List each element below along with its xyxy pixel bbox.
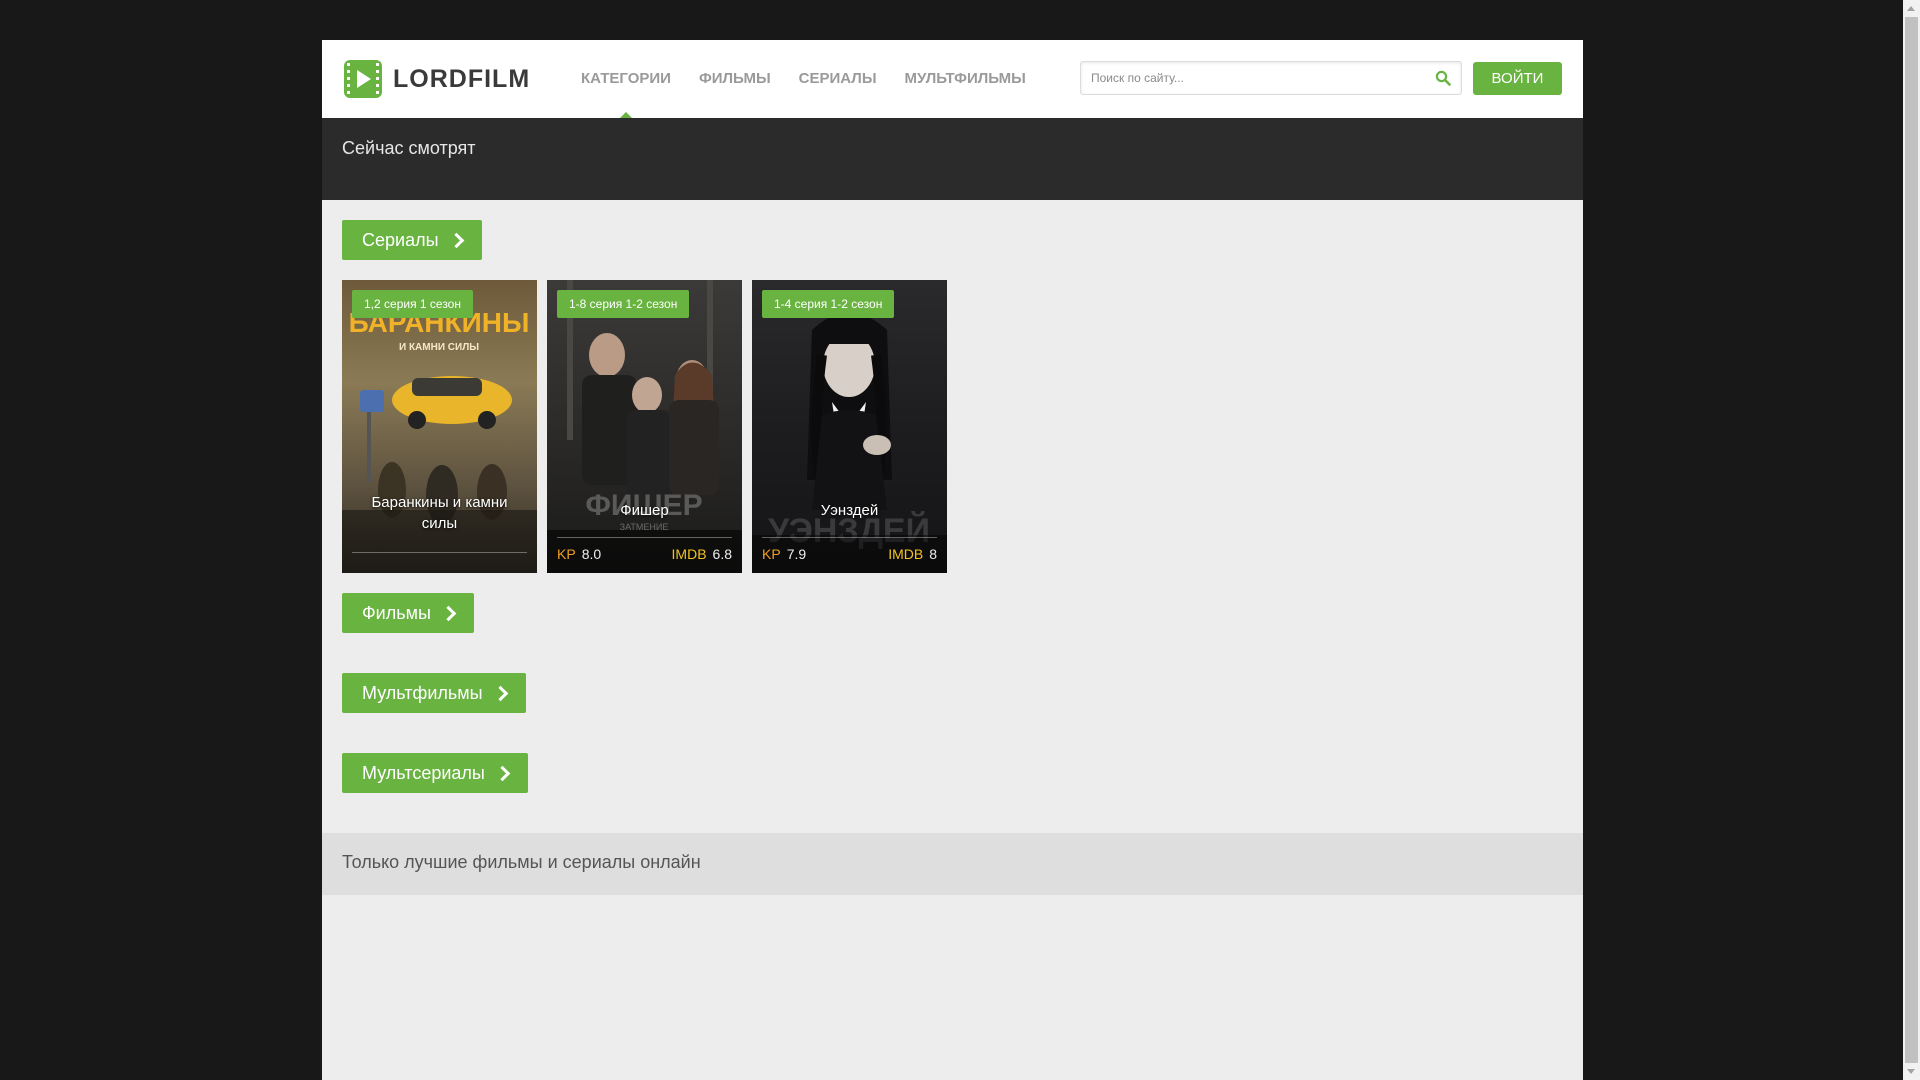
scroll-up-arrow-icon[interactable] <box>1907 6 1915 11</box>
kp-rating: KP 8.0 <box>557 546 602 562</box>
vertical-scrollbar[interactable] <box>1903 0 1920 1080</box>
now-watching-title: Сейчас смотрят <box>342 138 476 158</box>
movie-card[interactable]: УЭНЗДЕЙ 1-4 серия 1-2 сезон Уэнздей KP 7.… <box>752 280 947 573</box>
chevron-right-icon <box>492 685 508 701</box>
movie-card[interactable]: ФИШЕР ЗАТМЕНИЕ 1-8 серия 1-2 сезон Фишер… <box>547 280 742 573</box>
tagline-bar: Только лучшие фильмы и сериалы онлайн <box>322 833 1583 895</box>
card-divider <box>762 537 937 538</box>
search-box <box>1080 61 1462 95</box>
category-films-button[interactable]: Фильмы <box>342 593 474 633</box>
episode-badge: 1-4 серия 1-2 сезон <box>762 290 895 318</box>
search-icon[interactable] <box>1435 70 1451 86</box>
category-animated-series-button[interactable]: Мультсериалы <box>342 753 528 793</box>
kp-rating: KP 7.9 <box>762 546 807 562</box>
svg-text:И КАМНИ СИЛЫ: И КАМНИ СИЛЫ <box>399 342 479 353</box>
category-label: Мультсериалы <box>362 762 485 783</box>
episode-badge: 1,2 серия 1 сезон <box>352 290 473 318</box>
card-divider <box>352 552 527 553</box>
nav-item-categories[interactable]: КАТЕГОРИИ <box>567 40 685 118</box>
main-nav: КАТЕГОРИИ ФИЛЬМЫ СЕРИАЛЫ МУЛЬТФИЛЬМЫ <box>567 40 1040 118</box>
category-series-button[interactable]: Сериалы <box>342 220 482 260</box>
chevron-right-icon <box>448 232 464 248</box>
search-input[interactable] <box>1081 62 1431 94</box>
category-label: Сериалы <box>362 229 439 250</box>
category-label: Фильмы <box>362 602 431 623</box>
scroll-thumb[interactable] <box>1905 17 1918 1063</box>
card-ratings: KP 8.0 IMDB 6.8 <box>557 546 732 566</box>
tagline-text: Только лучшие фильмы и сериалы онлайн <box>342 852 701 872</box>
category-cartoons-button[interactable]: Мультфильмы <box>342 673 526 713</box>
poster-image: УЭНЗДЕЙ <box>752 280 947 573</box>
card-divider <box>557 537 732 538</box>
nav-item-cartoons[interactable]: МУЛЬТФИЛЬМЫ <box>891 40 1040 118</box>
site-header: LORDFILM КАТЕГОРИИ ФИЛЬМЫ СЕРИАЛЫ МУЛЬТФ… <box>322 40 1583 118</box>
poster-image: ФИШЕР ЗАТМЕНИЕ <box>547 280 742 573</box>
login-button[interactable]: ВОЙТИ <box>1473 62 1562 95</box>
card-title: Уэнздей <box>820 502 879 519</box>
now-watching-section: Сейчас смотрят <box>322 118 1583 200</box>
chevron-right-icon <box>494 765 511 781</box>
chevron-right-icon <box>440 605 457 621</box>
imdb-rating: IMDB 8 <box>888 546 937 562</box>
episode-badge: 1-8 серия 1-2 сезон <box>557 290 690 318</box>
nav-item-series[interactable]: СЕРИАЛЫ <box>785 40 891 118</box>
card-ratings: KP 7.9 IMDB 8 <box>762 546 937 566</box>
movie-card[interactable]: БАРАНКИНЫ И КАМНИ СИЛЫ 1,2 серия 1 сезон… <box>342 280 537 573</box>
logo-text: LORDFILM <box>393 64 531 93</box>
card-title: Баранкины и камни силы <box>371 494 508 532</box>
site-logo[interactable]: LORDFILM <box>344 59 530 99</box>
category-label: Мультфильмы <box>362 682 483 703</box>
play-logo-icon <box>344 60 382 98</box>
page-container: LORDFILM КАТЕГОРИИ ФИЛЬМЫ СЕРИАЛЫ МУЛЬТФ… <box>322 40 1583 1080</box>
nav-item-films[interactable]: ФИЛЬМЫ <box>685 40 785 118</box>
card-title: Фишер <box>620 502 669 519</box>
scroll-down-arrow-icon[interactable] <box>1907 1069 1915 1074</box>
imdb-rating: IMDB 6.8 <box>671 546 732 562</box>
